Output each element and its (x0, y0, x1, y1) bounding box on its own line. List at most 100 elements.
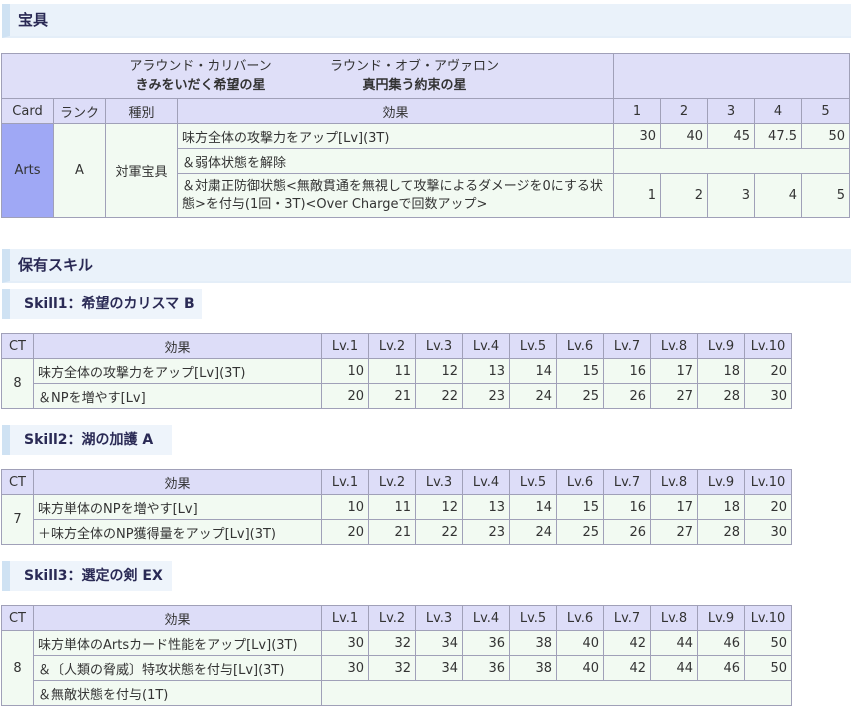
skill3-row-2: ＆〔人類の脅威〕特攻状態を付与[Lv](3T) 30 32 34 36 38 4… (2, 655, 792, 681)
header-lv: Lv.7 (603, 605, 651, 631)
skill-value: 42 (603, 630, 651, 656)
noble-value: 1 (613, 173, 661, 218)
skill2-effect-2: ＋味方全体のNP獲得量をアップ[Lv](3T) (33, 519, 322, 545)
skill2-table: CT 効果 Lv.1 Lv.2 Lv.3 Lv.4 Lv.5 Lv.6 Lv.7… (1, 469, 792, 545)
skill-value: 38 (509, 630, 557, 656)
header-lv: Lv.6 (556, 333, 604, 359)
noble-value: 47.5 (754, 123, 802, 149)
skill-value: 11 (368, 494, 416, 520)
skills-heading: 保有スキル (2, 249, 851, 283)
skill-value: 18 (697, 494, 745, 520)
noble-effect-row-1: Arts A 対軍宝具 味方全体の攻撃力をアップ[Lv](3T) 30 40 4… (1, 123, 851, 218)
skill-value: 36 (462, 655, 510, 681)
noble-value: 30 (613, 123, 661, 149)
header-lv: Lv.5 (509, 605, 557, 631)
skill1-table: CT 効果 Lv.1 Lv.2 Lv.3 Lv.4 Lv.5 Lv.6 Lv.7… (1, 333, 792, 409)
header-lv: Lv.10 (744, 469, 792, 495)
header-lv: Lv.9 (697, 605, 745, 631)
noble-name-2: ラウンド・オブ・アヴァロン (329, 59, 499, 74)
skill-value: 30 (321, 630, 369, 656)
noble-name-blank (612, 53, 851, 99)
skill-value: 36 (462, 630, 510, 656)
skill-value: 26 (603, 519, 651, 545)
skill-value: 32 (368, 655, 416, 681)
rank-cell: A (53, 123, 106, 218)
header-effect: 効果 (33, 605, 322, 631)
skill-value: 46 (697, 655, 745, 681)
skill-value: 32 (368, 630, 416, 656)
header-lv: Lv.9 (697, 469, 745, 495)
skill-value: 18 (697, 358, 745, 384)
skill3-value-blank (321, 680, 792, 706)
skill2-row-1: 7 味方単体のNPを増やす[Lv] 10 11 12 13 14 15 16 1… (1, 494, 792, 545)
skill-value: 16 (603, 494, 651, 520)
skill-value: 44 (650, 655, 698, 681)
skill-value: 30 (321, 655, 369, 681)
header-lv: Lv.8 (650, 333, 698, 359)
header-lv: Lv.4 (462, 333, 510, 359)
skill-value: 15 (556, 494, 604, 520)
skill-value: 14 (509, 358, 557, 384)
skill1-ct: 8 (1, 358, 34, 409)
skill-value: 30 (744, 383, 792, 409)
header-level-4: 4 (754, 98, 802, 124)
noble-value: 5 (800, 173, 851, 218)
noble-value-blank (612, 148, 851, 174)
header-ct: CT (1, 333, 34, 359)
skill-value: 13 (462, 358, 510, 384)
skill-value: 50 (744, 655, 792, 681)
skill3-heading: Skill3：選定の剣 EX (2, 561, 172, 591)
header-lv: Lv.5 (509, 469, 557, 495)
skill3-effect-3: ＆無敵状態を付与(1T) (33, 680, 322, 706)
header-level-3: 3 (707, 98, 755, 124)
noble-effect-1: 味方全体の攻撃力をアップ[Lv](3T) (177, 123, 614, 149)
skill-value: 11 (368, 358, 416, 384)
skill3-table: CT 効果 Lv.1 Lv.2 Lv.3 Lv.4 Lv.5 Lv.6 Lv.7… (1, 605, 792, 706)
noble-name-cell: アラウンド・カリバーン ラウンド・オブ・アヴァロン きみをいだく希望の星 真円集う約… (1, 53, 614, 99)
skill2-ct: 7 (1, 494, 34, 545)
header-effect: 効果 (177, 98, 614, 124)
header-effect: 効果 (33, 333, 322, 359)
noble-ruby-2: 真円集う約束の星 (362, 78, 467, 93)
skills-heading-text: 保有スキル (18, 256, 94, 274)
skill1-row-2: ＆NPを増やす[Lv] 20 21 22 23 24 25 26 27 28 3… (2, 383, 792, 409)
skill2-effect-1: 味方単体のNPを増やす[Lv] (33, 494, 322, 520)
skill-value: 17 (650, 358, 698, 384)
header-lv: Lv.5 (509, 333, 557, 359)
header-lv: Lv.3 (415, 469, 463, 495)
skill1-effect-1: 味方全体の攻撃力をアップ[Lv](3T) (33, 358, 322, 384)
header-ct: CT (1, 469, 34, 495)
header-level-1: 1 (613, 98, 661, 124)
header-lv: Lv.6 (556, 469, 604, 495)
header-level-5: 5 (800, 98, 851, 124)
header-level-2: 2 (660, 98, 708, 124)
noble-phantasm-heading: 宝具 (2, 4, 851, 38)
skill-value: 27 (650, 519, 698, 545)
header-lv: Lv.4 (462, 605, 510, 631)
skill3-row-1: 8 味方単体のArtsカード性能をアップ[Lv](3T) 30 32 34 36… (1, 630, 792, 706)
skill-value: 50 (744, 630, 792, 656)
noble-phantasm-table: アラウンド・カリバーン ラウンド・オブ・アヴァロン きみをいだく希望の星 真円集う約… (1, 53, 851, 218)
header-type: 種別 (105, 98, 178, 124)
skill-value: 34 (415, 630, 463, 656)
skill-value: 25 (556, 383, 604, 409)
skill-value: 21 (368, 383, 416, 409)
skill-value: 44 (650, 630, 698, 656)
skill-value: 40 (556, 655, 604, 681)
skill-value: 13 (462, 494, 510, 520)
skill-value: 24 (509, 383, 557, 409)
header-lv: Lv.10 (744, 333, 792, 359)
header-lv: Lv.6 (556, 605, 604, 631)
noble-effect-2: ＆弱体状態を解除 (177, 148, 614, 174)
skill-value: 21 (368, 519, 416, 545)
skill3-header-row: CT 効果 Lv.1 Lv.2 Lv.3 Lv.4 Lv.5 Lv.6 Lv.7… (1, 605, 792, 631)
skill-value: 28 (697, 519, 745, 545)
skill-value: 20 (744, 358, 792, 384)
skill-value: 26 (603, 383, 651, 409)
noble-value: 50 (800, 123, 851, 149)
skill2-heading: Skill2：湖の加護 A (2, 425, 172, 455)
skill3-effect-1: 味方単体のArtsカード性能をアップ[Lv](3T) (33, 630, 322, 656)
noble-header-row: Card ランク 種別 効果 1 2 3 4 5 (1, 98, 851, 124)
skill1-heading: Skill1：希望のカリスマ B (2, 289, 202, 319)
header-ct: CT (1, 605, 34, 631)
